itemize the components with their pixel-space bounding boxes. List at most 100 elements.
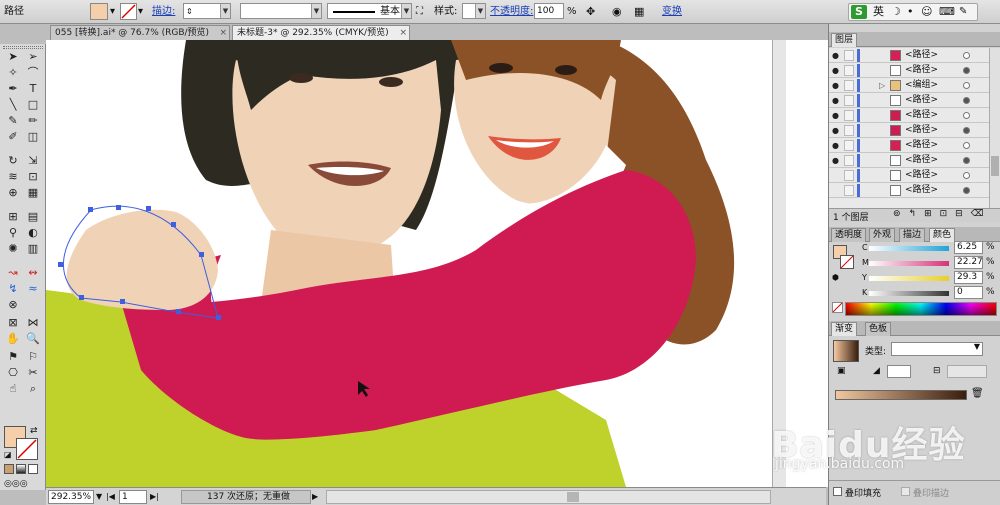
ime-language-toggle[interactable]: 英	[873, 4, 884, 20]
rectangle-tool-icon[interactable]: □	[24, 98, 42, 111]
none-color-box[interactable]	[832, 302, 843, 313]
first-page-icon[interactable]: |◀	[106, 490, 115, 504]
channel-y-slider[interactable]	[869, 276, 949, 281]
transform-link[interactable]: 变换	[662, 3, 682, 20]
brush-definition-field[interactable]: 基本 ▼	[327, 3, 412, 19]
selection-tool-icon[interactable]: ➤	[4, 50, 22, 63]
live-paint-tool-icon[interactable]: ⚑	[4, 350, 22, 363]
layer-row[interactable]: ● <路径>	[829, 93, 989, 108]
layer-row[interactable]: ● <路径>	[829, 63, 989, 78]
channel-k-slider[interactable]	[869, 291, 949, 296]
stroke-color-swatch[interactable]	[16, 438, 38, 460]
tab-stroke[interactable]: 描边	[899, 228, 926, 242]
blob-brush-tool-icon[interactable]: ✐	[4, 130, 22, 143]
zoom-field[interactable]: 292.35%	[48, 490, 94, 504]
gradient-type-select[interactable]: ▼	[891, 342, 983, 356]
rotate-tool-icon[interactable]: ↻	[4, 154, 22, 167]
gradient-preview[interactable]	[833, 340, 859, 362]
target-circle[interactable]	[963, 157, 970, 164]
punctuation-icon[interactable]: •	[907, 4, 914, 20]
line-tool-icon[interactable]: ╲	[4, 98, 22, 111]
lock-toggle[interactable]	[844, 155, 854, 166]
color-spectrum-bar[interactable]	[845, 302, 997, 316]
eye-icon[interactable]: ●	[832, 153, 842, 168]
fill-dropdown-arrow[interactable]: ▾	[110, 3, 118, 19]
skin-icon[interactable]: ✎	[959, 4, 967, 20]
lock-toggle[interactable]	[844, 125, 854, 136]
eyedropper-tool-icon[interactable]: ⚲	[4, 226, 22, 239]
next-page-icon[interactable]: ▶|	[150, 490, 159, 504]
tab-gradient[interactable]: 渐变	[831, 322, 858, 336]
lock-toggle[interactable]	[844, 140, 854, 151]
target-circle[interactable]	[963, 127, 970, 134]
color-mode-icon[interactable]	[4, 464, 14, 474]
zoom-dropdown-arrow[interactable]: ▼	[96, 490, 102, 504]
mesh-tool-icon[interactable]: ⊞	[4, 210, 22, 223]
page-field[interactable]: 1	[119, 490, 147, 504]
layer-row[interactable]: ● ▷ <编组>	[829, 78, 989, 93]
aspect-ratio-field[interactable]	[947, 365, 987, 378]
channel-c-value[interactable]: 6.25	[954, 241, 983, 254]
layer-row[interactable]: <路径>	[829, 168, 989, 183]
stroke-link[interactable]: 描边:	[152, 3, 175, 20]
fill-swatch[interactable]	[90, 3, 108, 20]
channel-k-value[interactable]: 0	[954, 286, 983, 299]
pen-tool-icon[interactable]: ✒	[4, 82, 22, 95]
tab-swatches[interactable]: 色板	[865, 322, 892, 336]
stroke-swatch[interactable]	[120, 3, 137, 20]
tab-transparency[interactable]: 透明度	[831, 228, 867, 242]
lock-toggle[interactable]	[844, 80, 854, 91]
color-stroke-chip[interactable]	[840, 255, 854, 269]
lock-toggle[interactable]	[844, 50, 854, 61]
opacity-input[interactable]: 100	[534, 3, 564, 19]
scroll-thumb[interactable]	[567, 492, 579, 502]
reshape-tool-icon[interactable]: ↯	[4, 282, 22, 295]
tab-document-2[interactable]: 未标题-3* @ 292.35% (CMYK/预览) ×	[232, 25, 410, 40]
target-circle[interactable]	[963, 52, 970, 59]
direct-selection-tool-icon[interactable]: ➢	[24, 50, 42, 63]
scale-tool-icon[interactable]: ⇲	[24, 154, 42, 167]
target-circle[interactable]	[963, 97, 970, 104]
slice-tool-icon[interactable]: ⋈	[24, 316, 42, 329]
gradient-mode-icon[interactable]	[16, 464, 26, 474]
paintbrush-tool-icon[interactable]: ✎	[4, 114, 22, 127]
symbol-sprayer-tool-icon[interactable]: ✺	[4, 242, 22, 255]
layer-row[interactable]: ● <路径>	[829, 48, 989, 63]
knife-tool-icon[interactable]: ✂	[24, 366, 42, 379]
layer-actions-icons[interactable]: ⊚↰⊞⊡⊟⌫	[893, 209, 991, 219]
layer-row[interactable]: ● <路径>	[829, 138, 989, 153]
channel-c-slider[interactable]	[869, 246, 949, 251]
gradient-tool-icon[interactable]: ▤	[24, 210, 42, 223]
layer-row[interactable]: ● <路径>	[829, 123, 989, 138]
gradient-slider-bar[interactable]	[835, 390, 967, 400]
tab-appearance[interactable]: 外观	[869, 228, 896, 242]
layer-row[interactable]: ● <路径>	[829, 108, 989, 123]
layer-row[interactable]: ● <路径>	[829, 153, 989, 168]
free-transform-tool-icon[interactable]: ⊡	[24, 170, 42, 183]
pencil-tool-icon[interactable]: ✏	[24, 114, 42, 127]
draw-mode-icon[interactable]: ◎◎◎	[4, 479, 28, 489]
hand-tool-icon[interactable]: ✋	[4, 332, 22, 345]
none-mode-icon[interactable]	[28, 464, 38, 474]
crosshair-tool-icon[interactable]: ⊗	[4, 298, 22, 311]
expand-arrow-icon[interactable]: ▷	[879, 78, 885, 93]
perspective-grid-tool-icon[interactable]: ▦	[24, 186, 42, 199]
channel-m-value[interactable]: 22.27	[954, 256, 983, 269]
emoji-icon[interactable]: ☺	[921, 4, 932, 20]
tab-color[interactable]: 颜色	[929, 228, 956, 242]
variable-width-field[interactable]: ▼	[240, 3, 322, 19]
sogou-logo-icon[interactable]: S	[851, 5, 867, 19]
hand-2-tool-icon[interactable]: ☝	[4, 382, 22, 395]
zoom-tool-icon[interactable]: 🔍	[24, 332, 42, 345]
scroll-thumb[interactable]	[991, 156, 999, 176]
eye-icon[interactable]: ●	[832, 63, 842, 78]
lock-toggle[interactable]	[844, 110, 854, 121]
magic-wand-tool-icon[interactable]: ✧	[4, 66, 22, 79]
horizontal-scrollbar[interactable]	[326, 490, 771, 504]
shape-builder-tool-icon[interactable]: ⊕	[4, 186, 22, 199]
layers-scrollbar[interactable]	[989, 48, 1000, 208]
eye-icon[interactable]: ●	[832, 123, 842, 138]
type-tool-icon[interactable]: T	[24, 82, 42, 95]
channel-m-slider[interactable]	[869, 261, 949, 266]
lock-toggle[interactable]	[844, 95, 854, 106]
